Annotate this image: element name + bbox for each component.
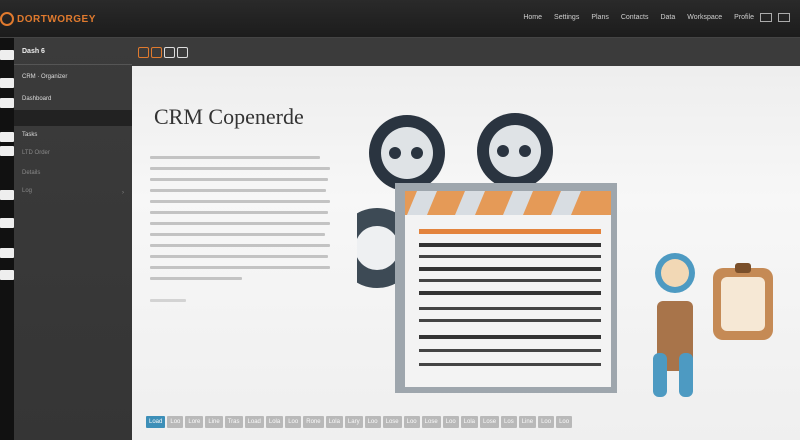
sidebar-icon[interactable] [0, 270, 14, 280]
tag[interactable]: Lose [480, 416, 500, 428]
toolbar [132, 38, 800, 66]
tag[interactable]: Tras [224, 416, 243, 428]
sidebar-icon[interactable] [0, 78, 14, 88]
tag[interactable]: Loo [556, 416, 573, 428]
nav-item[interactable]: Contacts [621, 14, 649, 21]
sub-sidebar: Dash 6 CRM · Organizer Dashboard Tasks L… [14, 38, 132, 440]
tag[interactable]: Line [518, 416, 537, 428]
sidebar-icon[interactable] [0, 50, 14, 60]
body-paragraph [150, 156, 330, 302]
doc-icon[interactable] [138, 47, 149, 58]
nav-item[interactable]: Settings [554, 14, 579, 21]
tag[interactable]: Lola [325, 416, 343, 428]
sub-item-label: Log [22, 188, 33, 194]
tag[interactable]: Lola [460, 416, 479, 428]
main-content: CRM Copenerde Load Loo Lore Line Tras Lo… [132, 38, 800, 440]
tag[interactable]: Lore [185, 416, 204, 428]
sidebar-icon[interactable] [0, 248, 14, 258]
tag[interactable]: Loo [167, 416, 184, 428]
doc-icon[interactable] [151, 47, 162, 58]
document-icon [395, 183, 617, 393]
nav-item[interactable]: Profile [734, 14, 754, 21]
sidebar-icon[interactable] [0, 132, 14, 142]
tag-bar: Load Loo Lore Line Tras Load Lola Loo Rone Lola La… [146, 416, 573, 428]
tag[interactable]: Lose [421, 416, 441, 428]
top-bar: DORTWORGEY Home Settings Plans Contacts … [0, 0, 800, 38]
tag[interactable]: Loo [285, 416, 302, 428]
nav-item[interactable]: Plans [591, 14, 609, 21]
brand-name: DORTWORGEY [17, 13, 96, 25]
sub-item[interactable]: Details [14, 164, 132, 182]
tag[interactable]: Loo [538, 416, 555, 428]
window-icon[interactable] [760, 13, 772, 22]
tag-active[interactable]: Load [146, 416, 166, 428]
sidebar-icon[interactable] [0, 98, 14, 108]
sub-sidebar-header: Dash 6 [22, 48, 45, 55]
top-nav: Home Settings Plans Contacts Data Worksp… [523, 14, 754, 21]
sub-item[interactable]: Tasks [14, 126, 132, 144]
icon-sidebar [0, 38, 14, 440]
top-icons [760, 13, 790, 22]
brand-logo[interactable]: DORTWORGEY [0, 12, 96, 26]
sub-item-label: Dashboard [22, 96, 52, 102]
sub-item-label: LTD Order [22, 150, 50, 156]
tag[interactable]: Loo [364, 416, 381, 428]
sub-item-label: Tasks [22, 132, 38, 138]
sidebar-icon[interactable] [0, 146, 14, 156]
person-icon [653, 253, 695, 397]
logo-icon [0, 12, 14, 26]
screen-icon[interactable] [778, 13, 790, 22]
sidebar-icon[interactable] [0, 218, 14, 228]
clipboard-icon [713, 263, 773, 340]
sub-item-selected[interactable] [14, 110, 132, 126]
chevron-right-icon: › [122, 190, 124, 196]
divider [14, 64, 132, 65]
sub-item[interactable]: Log [14, 182, 132, 200]
tag[interactable]: Line [205, 416, 223, 428]
doc-icon[interactable] [164, 47, 175, 58]
sub-item-label: Details [22, 170, 41, 176]
sub-item-label: CRM · Organizer [22, 74, 68, 80]
tag[interactable]: Lary [344, 416, 363, 428]
page-title: CRM Copenerde [154, 104, 304, 129]
sub-item[interactable]: CRM · Organizer [14, 68, 132, 86]
tag[interactable]: Lola [265, 416, 284, 428]
sidebar-icon[interactable] [0, 190, 14, 200]
sub-item[interactable]: Dashboard [14, 90, 132, 108]
crm-illustration [357, 113, 773, 397]
tag[interactable]: Loo [403, 416, 420, 428]
tag[interactable]: Load [244, 416, 264, 428]
nav-item[interactable]: Home [523, 14, 542, 21]
bd-icon[interactable] [177, 47, 188, 58]
nav-item[interactable]: Workspace [687, 14, 722, 21]
toolbar-tools [138, 47, 188, 58]
gear-icon [369, 115, 445, 191]
tag[interactable]: Rone [303, 416, 324, 428]
tag[interactable]: Los [501, 416, 517, 428]
gear-icon [477, 113, 553, 189]
tag[interactable]: Loo [442, 416, 459, 428]
sub-item[interactable]: LTD Order [14, 144, 132, 162]
nav-item[interactable]: Data [660, 14, 675, 21]
tag[interactable]: Lose [382, 416, 402, 428]
